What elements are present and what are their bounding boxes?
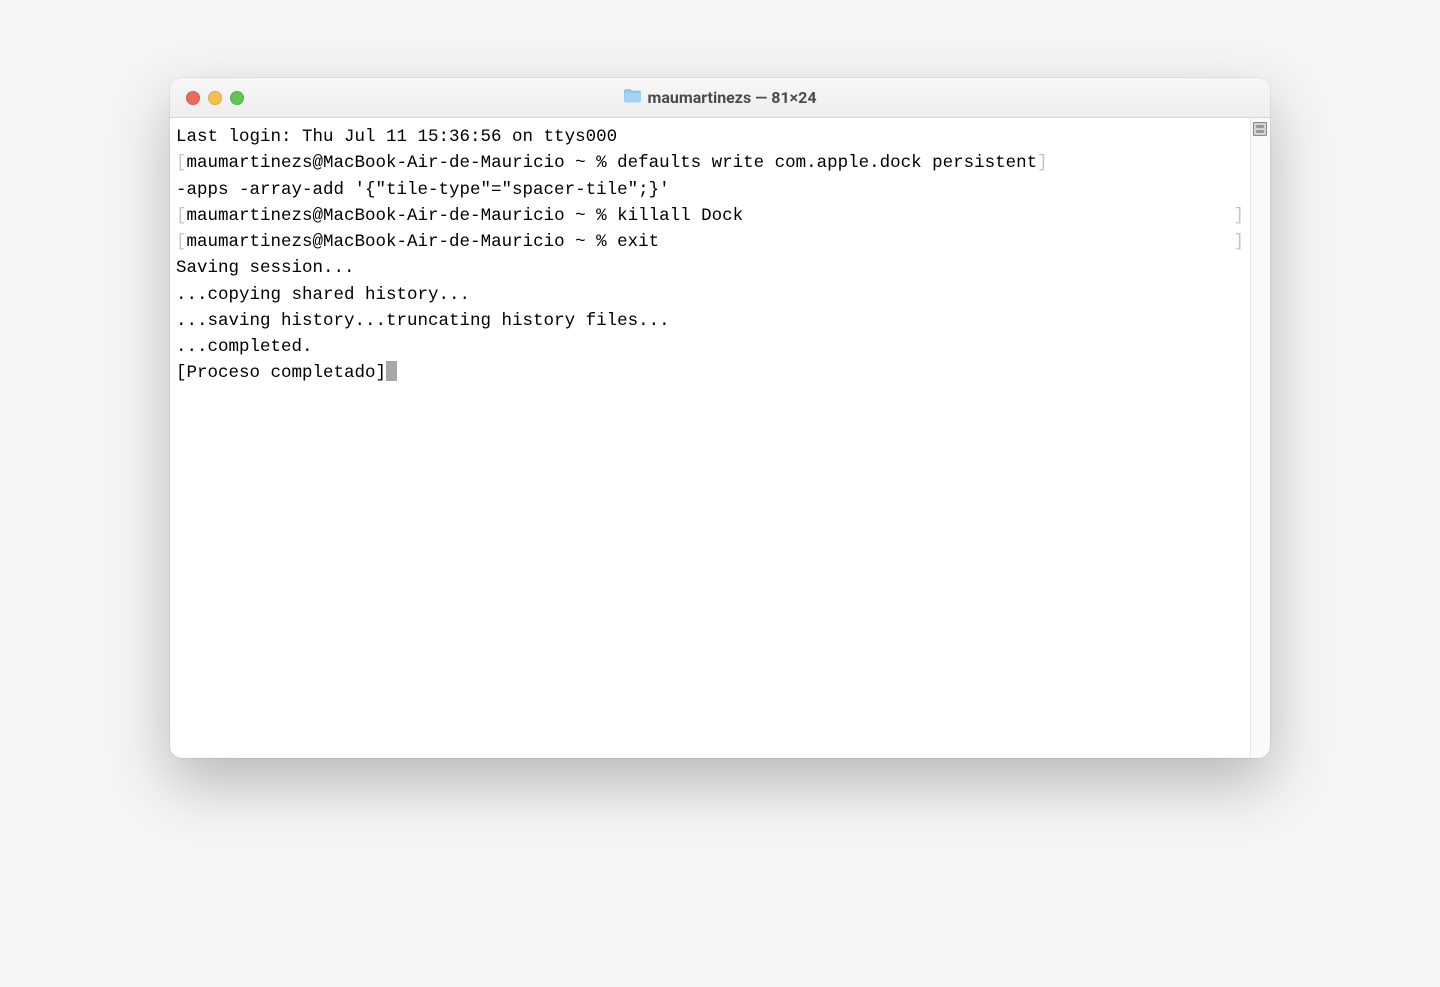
bracket-open: [	[176, 232, 187, 252]
title-bar[interactable]: maumartinezs — 81×24	[170, 78, 1270, 118]
cursor-icon	[386, 361, 397, 381]
terminal-line: ...completed.	[176, 334, 1244, 360]
minimize-button[interactable]	[208, 91, 222, 105]
terminal-content[interactable]: Last login: Thu Jul 11 15:36:56 on ttys0…	[170, 118, 1250, 758]
terminal-line: Saving session...	[176, 255, 1244, 281]
window-title: maumartinezs — 81×24	[647, 88, 816, 107]
close-button[interactable]	[186, 91, 200, 105]
terminal-line: [maumartinezs@MacBook-Air-de-Mauricio ~ …	[176, 229, 1244, 255]
window-title-group: maumartinezs — 81×24	[623, 88, 816, 107]
bracket-open: [	[176, 206, 187, 226]
terminal-line: [maumartinezs@MacBook-Air-de-Mauricio ~ …	[176, 150, 1244, 176]
terminal-window: maumartinezs — 81×24 Last login: Thu Jul…	[170, 78, 1270, 758]
bracket-close: ]	[1233, 229, 1244, 255]
terminal-line: [Proceso completado]	[176, 360, 1244, 386]
terminal-line: Last login: Thu Jul 11 15:36:56 on ttys0…	[176, 124, 1244, 150]
terminal-line: ...copying shared history...	[176, 282, 1244, 308]
terminal-line: -apps -array-add '{"tile-type"="spacer-t…	[176, 177, 1244, 203]
traffic-lights	[186, 91, 244, 105]
folder-icon	[623, 88, 641, 107]
split-pane-icon[interactable]	[1253, 122, 1267, 136]
bracket-close: ]	[1233, 203, 1244, 229]
bracket-open: [	[176, 153, 187, 173]
scrollbar[interactable]	[1250, 118, 1270, 758]
bracket-close: ]	[1037, 153, 1048, 173]
terminal-line: ...saving history...truncating history f…	[176, 308, 1244, 334]
terminal-body: Last login: Thu Jul 11 15:36:56 on ttys0…	[170, 118, 1270, 758]
maximize-button[interactable]	[230, 91, 244, 105]
terminal-line: [maumartinezs@MacBook-Air-de-Mauricio ~ …	[176, 203, 1244, 229]
